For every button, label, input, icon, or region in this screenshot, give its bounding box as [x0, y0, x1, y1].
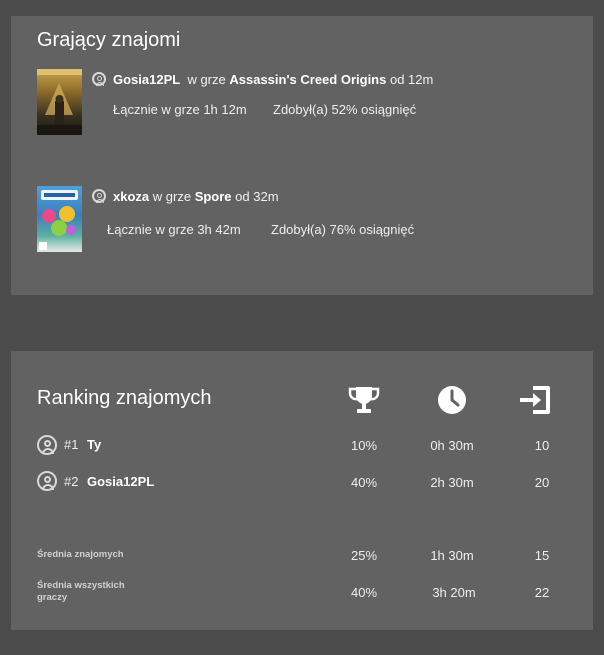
ranking-title: Ranking znajomych	[37, 387, 212, 409]
average-label: Średnia wszystkich graczy	[37, 580, 125, 603]
playing-friends-panel: Grający znajomi Gosia12PL w grze Assassi…	[11, 16, 593, 295]
playing-friends-title: Grający znajomi	[37, 29, 181, 51]
in-game-text: w grze	[187, 72, 226, 87]
clock-icon[interactable]	[435, 383, 469, 417]
playing-since: od 12m	[389, 72, 434, 87]
achievements-percent: Zdobył(a) 52% osiągnięć	[273, 102, 417, 117]
rank-player-name[interactable]: Ty	[87, 437, 101, 452]
rank-position: #2	[64, 474, 79, 489]
rank-position: #1	[64, 437, 79, 452]
trophy-icon[interactable]	[347, 383, 381, 417]
game-cover-art-icon	[39, 190, 78, 250]
average-playtime: 1h 30m	[430, 548, 474, 563]
rank-playtime: 0h 30m	[430, 438, 474, 453]
user-icon	[92, 189, 106, 203]
user-icon	[37, 435, 57, 455]
in-game-text: w grze	[152, 189, 192, 204]
game-name[interactable]: Spore	[195, 189, 232, 204]
average-label: Średnia znajomych	[37, 549, 124, 560]
sign-in-icon[interactable]	[518, 383, 552, 417]
game-cover-assassins-creed[interactable]	[37, 69, 82, 135]
rank-achievements: 10%	[350, 438, 378, 453]
user-icon	[37, 471, 57, 491]
rank-playtime: 2h 30m	[430, 475, 474, 490]
game-cover-spore[interactable]	[37, 186, 82, 252]
average-logins: 15	[534, 548, 550, 563]
achievements-percent: Zdobył(a) 76% osiągnięć	[271, 222, 415, 237]
friend-activity-text: xkoza w grze Spore od 32m	[113, 189, 279, 204]
average-logins: 22	[534, 585, 550, 600]
average-achievements: 25%	[350, 548, 378, 563]
friend-username[interactable]: Gosia12PL	[113, 72, 180, 87]
total-playtime: Łącznie w grze 3h 42m	[107, 222, 241, 237]
average-achievements: 40%	[350, 585, 378, 600]
average-playtime: 3h 20m	[432, 585, 476, 600]
game-cover-art-icon	[37, 69, 82, 135]
friend-username[interactable]: xkoza	[113, 189, 149, 204]
rank-logins: 20	[534, 475, 550, 490]
friend-activity-text: Gosia12PL w grze Assassin's Creed Origin…	[113, 72, 433, 87]
rank-achievements: 40%	[350, 475, 378, 490]
rank-logins: 10	[534, 438, 550, 453]
playing-since: od 32m	[235, 189, 279, 204]
total-playtime: Łącznie w grze 1h 12m	[113, 102, 247, 117]
game-name[interactable]: Assassin's Creed Origins	[229, 72, 386, 87]
user-icon	[92, 72, 106, 86]
rank-player-name[interactable]: Gosia12PL	[87, 474, 154, 489]
friends-ranking-panel: Ranking znajomych #1 Ty 10% 0h 30m 10 #2…	[11, 351, 593, 630]
